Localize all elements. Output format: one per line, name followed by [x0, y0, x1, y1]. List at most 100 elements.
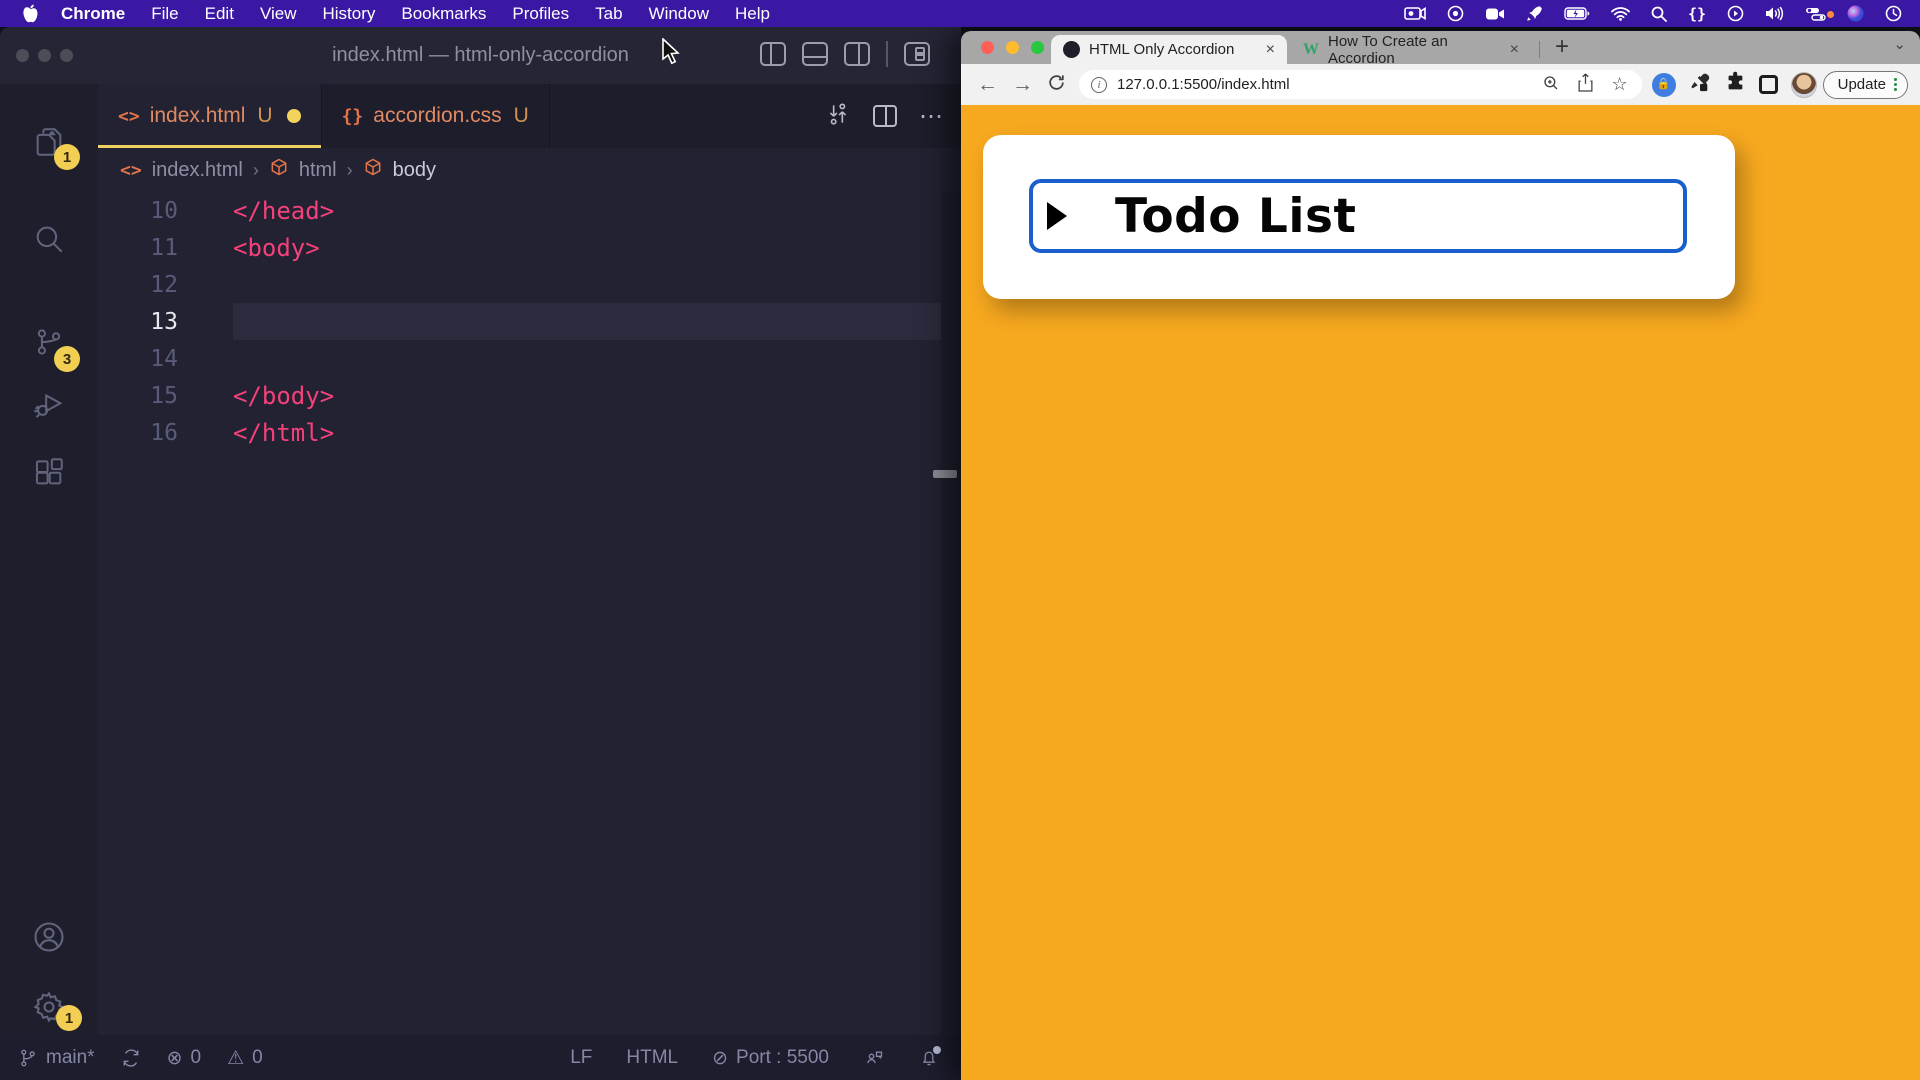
menu-profiles[interactable]: Profiles — [499, 4, 582, 24]
spotlight-search-icon[interactable] — [1651, 6, 1667, 22]
zoom-page-icon[interactable] — [1542, 74, 1560, 96]
menu-file[interactable]: File — [138, 4, 191, 24]
git-branch-item[interactable]: main* — [18, 1047, 95, 1069]
play-circle-icon[interactable] — [1727, 5, 1744, 22]
eyedropper-extension-icon[interactable] — [1689, 70, 1711, 99]
git-status-letter: U — [514, 104, 529, 128]
settings-gear-icon[interactable]: 1 — [0, 977, 98, 1037]
menu-edit[interactable]: Edit — [192, 4, 247, 24]
menu-help[interactable]: Help — [722, 4, 783, 24]
accordion-summary[interactable]: Todo List — [1029, 179, 1687, 253]
breadcrumb-body[interactable]: body — [393, 159, 436, 182]
vscode-titlebar[interactable]: index.html — html-only-accordion — [0, 27, 961, 84]
live-share-icon[interactable] — [863, 1048, 885, 1068]
address-bar[interactable]: i 127.0.0.1:5500/index.html ☆ — [1079, 70, 1642, 99]
branch-name: main* — [46, 1047, 95, 1069]
extensions-icon[interactable] — [0, 442, 98, 502]
profile-avatar[interactable] — [1791, 72, 1817, 98]
screenshot-camera-icon[interactable] — [1404, 6, 1426, 21]
menu-history[interactable]: History — [309, 4, 388, 24]
chrome-tab-active[interactable]: HTML Only Accordion × — [1051, 35, 1287, 64]
menu-view[interactable]: View — [247, 4, 310, 24]
more-actions-icon[interactable]: ⋯ — [919, 102, 945, 131]
zoom-button[interactable] — [1031, 41, 1044, 54]
vscode-activity-bar: 1 3 1 — [0, 84, 98, 1035]
tab-label: index.html — [150, 104, 246, 128]
explorer-badge: 1 — [54, 144, 80, 170]
language-mode[interactable]: HTML — [626, 1047, 678, 1069]
notifications-bell-icon[interactable] — [919, 1048, 939, 1068]
menu-chrome[interactable]: Chrome — [48, 4, 138, 24]
tab-search-chevron-icon[interactable]: ⌄ — [1893, 35, 1906, 53]
tab-title: How To Create an Accordion — [1328, 33, 1510, 67]
code-text: </body> — [233, 382, 334, 410]
close-button[interactable] — [981, 41, 994, 54]
breadcrumb-separator: › — [253, 160, 259, 181]
menu-bookmarks[interactable]: Bookmarks — [388, 4, 499, 24]
share-icon[interactable] — [1577, 73, 1594, 96]
rocket-icon[interactable] — [1526, 5, 1543, 22]
volume-icon[interactable] — [1765, 6, 1784, 21]
record-circle-icon[interactable] — [1447, 5, 1464, 22]
toggle-panel-icon[interactable] — [802, 42, 828, 66]
minimize-button[interactable] — [1006, 41, 1019, 54]
bookmark-star-icon[interactable]: ☆ — [1611, 74, 1627, 95]
extensions-puzzle-icon[interactable] — [1724, 71, 1746, 98]
eol-indicator[interactable]: LF — [570, 1047, 592, 1069]
toggle-primary-sidebar-icon[interactable] — [760, 42, 786, 66]
siri-icon[interactable] — [1847, 5, 1864, 22]
search-icon[interactable] — [0, 209, 98, 269]
source-control-icon[interactable]: 3 — [0, 312, 98, 372]
tab-close-icon[interactable]: × — [1266, 41, 1275, 59]
update-button[interactable]: Update — [1823, 71, 1908, 99]
line-number: 14 — [98, 346, 178, 372]
chrome-tab-inactive[interactable]: W How To Create an Accordion × — [1291, 35, 1531, 64]
vscode-tabstrip: <> index.html U {} accordion.css U ⋯ — [98, 84, 961, 148]
control-center-icon[interactable] — [1805, 7, 1826, 21]
line-number: 11 — [98, 235, 178, 261]
braces-menu-icon[interactable]: {} — [1688, 5, 1706, 23]
run-debug-icon[interactable] — [0, 374, 98, 434]
errors-item[interactable]: ⊗0 — [167, 1047, 202, 1069]
breadcrumb-html[interactable]: html — [299, 159, 337, 182]
customize-layout-icon[interactable] — [904, 42, 930, 66]
chrome-window: HTML Only Accordion × W How To Create an… — [961, 31, 1920, 1080]
globe-favicon — [1063, 41, 1080, 58]
warnings-item[interactable]: ⚠0 — [227, 1047, 263, 1069]
code-text: </head> — [233, 197, 334, 225]
privacy-extension-icon[interactable] — [1652, 73, 1676, 97]
url-text[interactable]: 127.0.0.1:5500/index.html — [1117, 76, 1290, 93]
tab-accordion-css[interactable]: {} accordion.css U — [322, 84, 550, 148]
sync-icon[interactable] — [121, 1048, 141, 1068]
tab-index-html[interactable]: <> index.html U — [98, 84, 322, 148]
forward-button[interactable]: → — [1012, 73, 1033, 97]
open-changes-icon[interactable] — [825, 101, 851, 132]
video-camera-icon[interactable] — [1485, 7, 1505, 21]
menu-window[interactable]: Window — [636, 4, 722, 24]
battery-icon[interactable] — [1564, 7, 1590, 20]
webpage: Todo List — [961, 105, 1920, 1080]
apple-menu-icon[interactable] — [22, 4, 40, 24]
back-button[interactable]: ← — [977, 73, 998, 97]
breadcrumb-file[interactable]: index.html — [152, 159, 243, 182]
code-editor[interactable]: 10</head> 11<body> 12 13 14 15</body> 16… — [98, 192, 961, 1035]
line-number-active: 13 — [98, 309, 178, 335]
site-info-icon[interactable]: i — [1091, 77, 1107, 93]
wifi-icon[interactable] — [1611, 7, 1630, 21]
scrollbar-handle[interactable] — [933, 470, 957, 478]
new-tab-button[interactable]: + — [1555, 33, 1569, 61]
live-server-port[interactable]: ⊘Port : 5500 — [712, 1047, 829, 1069]
browser-menu-dots-icon[interactable] — [1894, 78, 1897, 91]
reading-mode-extension-icon[interactable] — [1759, 75, 1778, 94]
explorer-icon[interactable]: 1 — [0, 112, 98, 172]
toggle-secondary-sidebar-icon[interactable] — [844, 42, 870, 66]
modified-dot-icon[interactable] — [287, 109, 301, 123]
tab-close-icon[interactable]: × — [1510, 41, 1519, 59]
accounts-icon[interactable] — [0, 907, 98, 967]
split-editor-icon[interactable] — [873, 105, 897, 127]
clock-icon[interactable] — [1885, 5, 1902, 22]
reload-button[interactable] — [1047, 73, 1066, 97]
source-control-badge: 3 — [54, 346, 80, 372]
chrome-traffic-lights[interactable] — [981, 41, 1044, 54]
menu-tab[interactable]: Tab — [582, 4, 635, 24]
